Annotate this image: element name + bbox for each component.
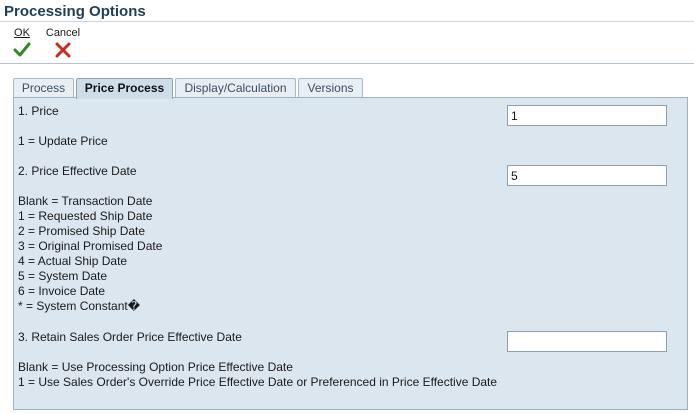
title-bar: Processing Options (0, 0, 694, 22)
retain-date-desc: Blank = Use Processing Option Price Effe… (18, 360, 293, 374)
price-effective-date-desc: Blank = Transaction Date (18, 194, 153, 208)
price-desc: 1 = Update Price (18, 134, 108, 148)
retain-date-desc: 1 = Use Sales Order's Override Price Eff… (18, 375, 498, 389)
price-effective-date-desc: 2 = Promised Ship Date (18, 224, 146, 238)
window-title: Processing Options (4, 3, 146, 20)
retain-date-input[interactable] (507, 331, 667, 352)
price-effective-date-desc: * = System Constant� (18, 299, 141, 313)
cancel-label: Cancel (45, 27, 81, 39)
price-effective-date-desc: 4 = Actual Ship Date (18, 254, 128, 268)
price-effective-date-desc: 6 = Invoice Date (18, 284, 106, 298)
toolbar: OK Cancel (0, 22, 694, 64)
price-effective-date-input[interactable] (507, 165, 667, 186)
price-effective-date-label: 2. Price Effective Date (18, 164, 137, 178)
tab-price-process[interactable]: Price Process (76, 78, 173, 99)
tab-versions[interactable]: Versions (298, 78, 363, 98)
close-icon (45, 42, 81, 59)
price-effective-date-desc: 1 = Requested Ship Date (18, 209, 153, 223)
ok-label: OK (14, 27, 30, 39)
tab-display-calculation[interactable]: Display/Calculation (175, 78, 296, 98)
checkmark-icon (12, 42, 32, 59)
ok-button[interactable]: OK (12, 27, 32, 59)
price-input[interactable] (507, 105, 667, 126)
price-effective-date-desc: 3 = Original Promised Date (18, 239, 163, 253)
cancel-button[interactable]: Cancel (45, 27, 81, 59)
price-label: 1. Price (18, 104, 59, 118)
price-effective-date-desc: 5 = System Date (18, 269, 108, 283)
tab-process[interactable]: Process (13, 78, 74, 98)
retain-date-label: 3. Retain Sales Order Price Effective Da… (18, 330, 242, 344)
